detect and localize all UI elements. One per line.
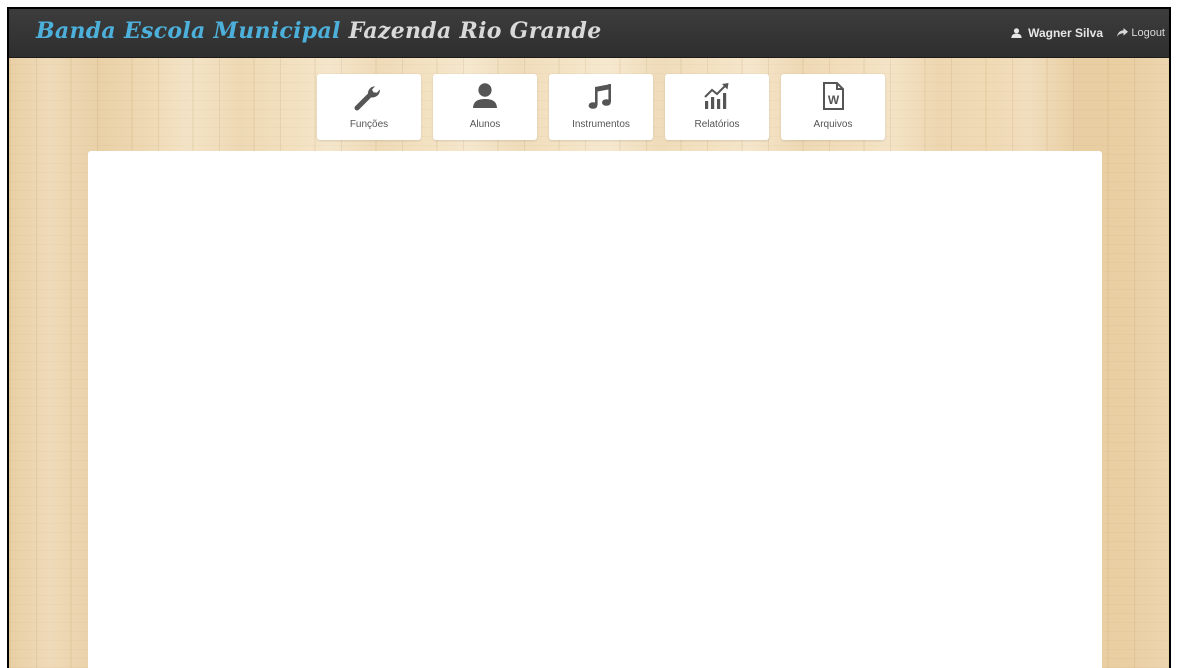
user-name: Wagner Silva xyxy=(1028,26,1103,40)
logout-link[interactable]: Logout xyxy=(1117,27,1165,39)
word-file-icon: W xyxy=(781,81,885,111)
brand-title-main: Banda Escola Municipal xyxy=(36,18,341,44)
user-icon xyxy=(1011,28,1022,38)
user-menu[interactable]: Wagner Silva xyxy=(1011,26,1103,40)
share-arrow-icon xyxy=(1117,28,1129,37)
menu-tile-label: Relatórios xyxy=(694,119,740,130)
menu-tile-alunos[interactable]: Alunos xyxy=(433,74,537,140)
menu-tile-funcoes[interactable]: Funções xyxy=(317,74,421,140)
menu-tile-label: Arquivos xyxy=(813,119,853,130)
main-menu: Funções Alunos Instrumentos Relatórios W… xyxy=(317,74,885,140)
brand-title-sub: Fazenda Rio Grande xyxy=(348,18,602,44)
music-note-icon xyxy=(549,81,653,111)
bar-chart-icon xyxy=(665,81,769,111)
content-panel xyxy=(88,151,1102,668)
user-icon xyxy=(433,81,537,111)
menu-tile-label: Funções xyxy=(349,119,389,130)
menu-tile-relatorios[interactable]: Relatórios xyxy=(665,74,769,140)
menu-tile-label: Alunos xyxy=(469,119,501,130)
wrench-icon xyxy=(317,81,421,111)
menu-tile-instrumentos[interactable]: Instrumentos xyxy=(549,74,653,140)
top-navbar: Banda Escola Municipal Fazenda Rio Grand… xyxy=(9,9,1169,58)
app-frame: Banda Escola Municipal Fazenda Rio Grand… xyxy=(7,7,1171,668)
menu-tile-label: Instrumentos xyxy=(572,119,630,130)
logout-label: Logout xyxy=(1131,27,1165,39)
brand-title[interactable]: Banda Escola Municipal Fazenda Rio Grand… xyxy=(36,18,602,44)
svg-text:W: W xyxy=(828,93,840,107)
menu-tile-arquivos[interactable]: W Arquivos xyxy=(781,74,885,140)
